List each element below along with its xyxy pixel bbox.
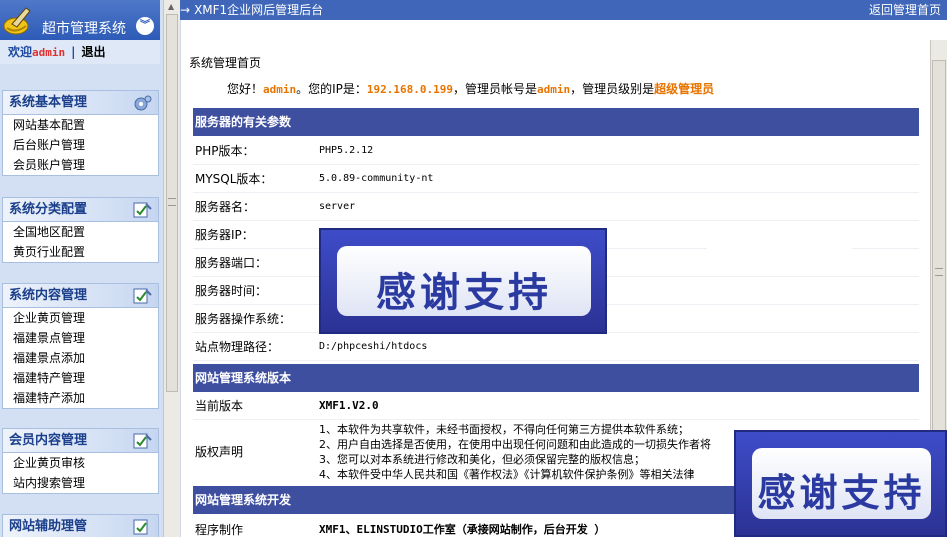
scroll-up-arrow-icon[interactable]: ▲ — [168, 2, 174, 11]
sidebar-item-specialty-manage[interactable]: 福建特产管理 — [3, 368, 158, 388]
welcome-separator: | — [71, 45, 76, 59]
sidebar-item-site-search[interactable]: 站内搜索管理 — [3, 473, 158, 493]
menu-group-basic-header[interactable]: 系统基本管理 — [3, 91, 158, 115]
row-label: 服务器时间： — [195, 284, 268, 298]
blank-patch — [707, 229, 852, 255]
sidebar-item-member-accounts[interactable]: 会员账户管理 — [3, 155, 158, 175]
table-row: 当前版本 XMF1.V2.0 — [193, 392, 919, 420]
sidebar-item-site-config[interactable]: 网站基本配置 — [3, 115, 158, 135]
section-server-header: 服务器的有关参数 — [193, 108, 919, 136]
copyright-line: 3、您可以对本系统进行修改和美化，但必须保留完整的版权信息； — [319, 453, 645, 466]
greeting-text: ，管理员级别是 — [570, 82, 655, 96]
table-row: 站点物理路径： D:/phpceshi/htdocs — [193, 333, 919, 361]
menu-group-aux: 网站辅助理管 — [2, 514, 159, 537]
current-version-value: XMF1.V2.0 — [319, 399, 379, 412]
menu-group-member-header[interactable]: 会员内容管理 — [3, 429, 158, 453]
greeting-ip: 192.168.0.199 — [366, 83, 454, 96]
breadcrumb: 系统管理首页 — [189, 56, 262, 70]
greeting-text: 。您的IP是： — [296, 82, 367, 96]
menu-group-content: 系统内容管理 企业黄页管理 福建景点管理 福建景点添加 福建特产管理 福建特产添… — [2, 283, 159, 409]
welcome-bar: 欢迎admin | 退出 — [0, 40, 160, 64]
menu-group-category-header[interactable]: 系统分类配置 — [3, 198, 158, 222]
copyright-line: 1、本软件为共享软件，未经书面授权，不得向任何第三方提供本软件系统； — [319, 423, 689, 436]
sidebar-item-yellowpage-manage[interactable]: 企业黄页管理 — [3, 308, 158, 328]
thanks-banner-text: 感谢支持 — [376, 270, 552, 316]
sidebar-item-yellowpage-review[interactable]: 企业黄页审核 — [3, 453, 158, 473]
maker-value: XMF1、ELINSTUDIO工作室（承接网站制作，后台开发 ） — [319, 523, 606, 536]
copyright-line: 2、用户自由选择是否使用，在使用中出现任何问题和由此造成的一切损失作者将 — [319, 438, 711, 451]
row-value: 5.0.89-community-nt — [319, 173, 434, 184]
row-label: 当前版本 — [195, 399, 244, 413]
row-label: 站点物理路径： — [195, 340, 280, 354]
sidebar-header: 超市管理系统 ︾ — [0, 0, 160, 40]
row-value: D:/phpceshi/htdocs — [319, 341, 428, 352]
menu-group-category: 系统分类配置 全国地区配置 黄页行业配置 — [2, 197, 159, 263]
scroll-grip-icon — [935, 268, 943, 276]
edit-document-icon — [133, 202, 152, 218]
thanks-banner-text: 感谢支持 — [757, 471, 926, 515]
row-label: 服务器IP： — [195, 228, 254, 242]
greeting-text: ，管理员帐号是 — [453, 82, 538, 96]
table-row: PHP版本： PHP5.2.12 — [193, 137, 919, 165]
row-label: 版权声明 — [195, 445, 244, 459]
sidebar-scrollbar[interactable]: ▲ — [163, 0, 180, 537]
system-title: 超市管理系统 — [42, 21, 126, 37]
top-bar-title: XMF1企业网后管理后台 — [194, 3, 324, 17]
edit-document-icon — [133, 433, 152, 449]
menu-group-title: 系统基本管理 — [9, 95, 88, 110]
menu-group-member: 会员内容管理 企业黄页审核 站内搜索管理 — [2, 428, 159, 494]
thanks-banner: 感谢支持 — [734, 430, 947, 537]
edit-document-icon — [133, 519, 148, 535]
welcome-username: admin — [32, 46, 66, 59]
greeting-level: 超级管理员 — [654, 82, 715, 96]
row-label: MYSQL版本： — [195, 172, 273, 186]
row-value: PHP5.2.12 — [319, 145, 374, 156]
gear-cluster-icon — [134, 95, 152, 111]
sidebar: 超市管理系统 ︾ 欢迎admin | 退出 系统基本管理 网站基本配置 后台账户管理… — [0, 0, 163, 537]
top-bar: → XMF1企业网后管理后台 返回管理首页 — [180, 0, 947, 20]
table-row: MYSQL版本： 5.0.89-community-nt — [193, 165, 919, 193]
greeting-account: admin — [537, 83, 571, 96]
greeting-line: 您好！admin。您的IP是：192.168.0.199，管理员帐号是admin… — [227, 80, 714, 97]
menu-group-content-header[interactable]: 系统内容管理 — [3, 284, 158, 308]
row-label: 服务器名： — [195, 200, 256, 214]
thanks-banner: 感谢支持 — [319, 228, 607, 334]
logout-link[interactable]: 退出 — [82, 45, 106, 59]
sidebar-item-specialty-add[interactable]: 福建特产添加 — [3, 388, 158, 408]
copyright-line: 4、本软件受中华人民共和国《著作权法》《计算机软件保护条例》等相关法律 — [319, 468, 695, 481]
arrow-right-icon: → — [180, 3, 191, 17]
sidebar-item-industry-config[interactable]: 黄页行业配置 — [3, 242, 158, 262]
edit-document-icon — [133, 288, 152, 304]
brush-logo-icon — [3, 7, 31, 35]
section-version-header: 网站管理系统版本 — [193, 364, 919, 392]
row-value: server — [319, 201, 356, 212]
menu-group-title: 系统分类配置 — [9, 202, 88, 217]
menu-group-title: 系统内容管理 — [9, 288, 88, 303]
menu-group-title: 网站辅助理管 — [9, 519, 88, 534]
menu-group-aux-header[interactable]: 网站辅助理管 — [3, 515, 158, 537]
row-label: 程序制作 — [195, 523, 244, 537]
greeting-text: 您好！ — [227, 82, 264, 96]
welcome-label: 欢迎 — [8, 45, 33, 59]
sidebar-item-region-config[interactable]: 全国地区配置 — [3, 222, 158, 242]
scroll-grip-icon — [168, 198, 176, 206]
sidebar-item-admin-accounts[interactable]: 后台账户管理 — [3, 135, 158, 155]
row-label: 服务器操作系统： — [195, 312, 292, 326]
back-to-home-link[interactable]: 返回管理首页 — [869, 0, 941, 20]
greeting-username: admin — [263, 83, 297, 96]
row-label: 服务器端口： — [195, 256, 268, 270]
table-row: 服务器名： server — [193, 193, 919, 221]
sidebar-item-scenic-manage[interactable]: 福建景点管理 — [3, 328, 158, 348]
sidebar-item-scenic-add[interactable]: 福建景点添加 — [3, 348, 158, 368]
thanks-banner-inner: 感谢支持 — [337, 246, 591, 316]
chevron-double-down-icon[interactable]: ︾ — [136, 17, 154, 35]
menu-group-title: 会员内容管理 — [9, 433, 88, 448]
menu-group-basic: 系统基本管理 网站基本配置 后台账户管理 会员账户管理 — [2, 90, 159, 176]
copyright-text: 1、本软件为共享软件，未经书面授权，不得向任何第三方提供本软件系统； 2、用户自… — [319, 422, 711, 482]
thanks-banner-inner: 感谢支持 — [752, 448, 931, 519]
row-label: PHP版本： — [195, 144, 255, 158]
